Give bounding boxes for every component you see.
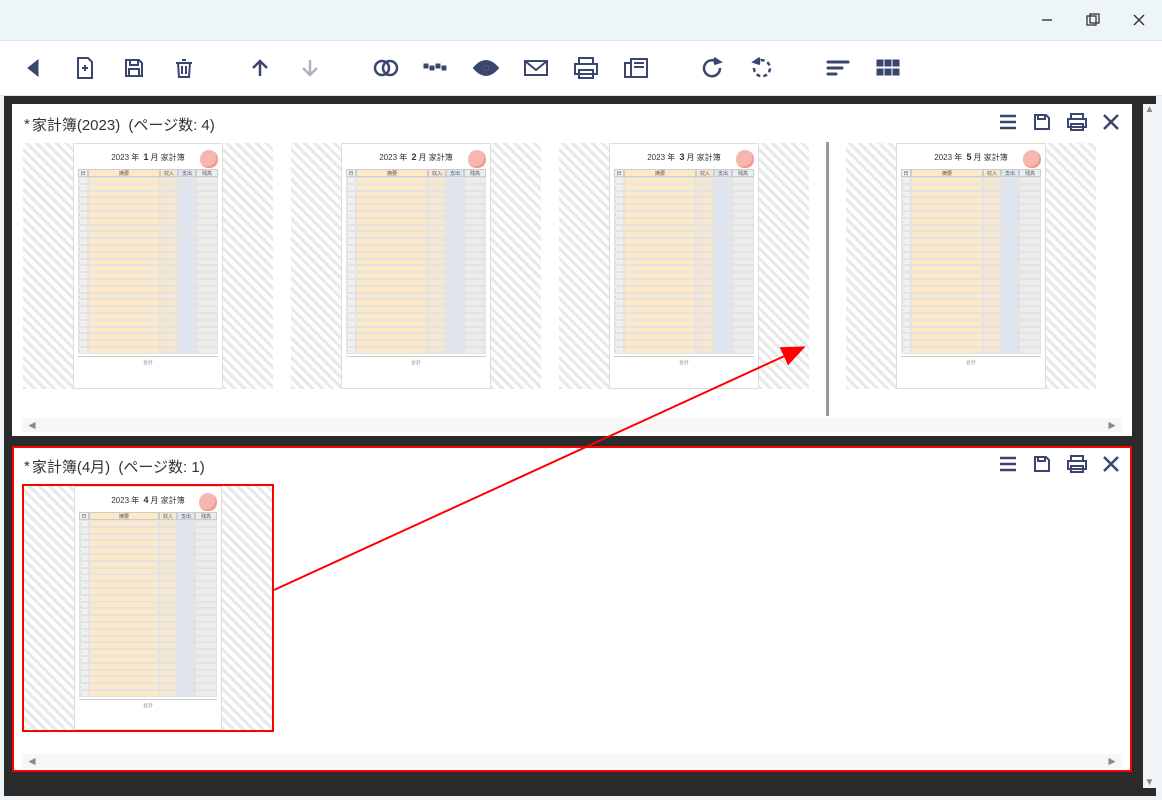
window-maximize[interactable] [1070,0,1116,40]
save-icon[interactable] [1032,454,1052,478]
close-icon[interactable] [1102,455,1120,477]
document-panel-2: * 家計簿(4月) (ページ数: 1) 2023 年 4月 [12,446,1132,772]
horizontal-scrollbar[interactable]: ◄► [22,754,1122,768]
drop-indicator [826,142,829,416]
doc-title: 家計簿(4月) [32,456,110,477]
menu-icon[interactable] [998,455,1018,477]
save-icon[interactable] [1032,112,1052,136]
piggy-icon [736,150,754,168]
doc-page-count: (ページ数: 1) [118,456,204,477]
eye-icon[interactable] [472,54,500,82]
vertical-scrollbar[interactable]: ▲▼ [1143,104,1156,788]
print-icon[interactable] [1066,112,1088,136]
sort-icon[interactable] [824,54,852,82]
main-toolbar [0,40,1162,96]
piggy-icon [1023,150,1041,168]
page-thumb[interactable]: 2023 年 3月 家計簿 日付 摘要 収入 支出 残高 ///////////… [558,142,810,390]
mail-icon[interactable] [522,54,550,82]
trash-icon[interactable] [170,54,198,82]
piggy-icon [200,150,218,168]
page-thumb[interactable]: 2023 年 1月 家計簿 日付 摘要 収入 支出 残高 ///////////… [22,142,274,390]
print-icon[interactable] [1066,454,1088,478]
print-icon[interactable] [572,54,600,82]
new-page-icon[interactable] [70,54,98,82]
titlebar [0,0,1162,40]
fax-icon[interactable] [622,54,650,82]
down-arrow-icon[interactable] [296,54,324,82]
up-arrow-icon[interactable] [246,54,274,82]
doc-title: 家計簿(2023) [32,114,120,135]
grid-icon[interactable] [874,54,902,82]
piggy-icon [199,493,217,511]
menu-icon[interactable] [998,113,1018,135]
rotate-ccw-icon[interactable] [698,54,726,82]
save-icon[interactable] [120,54,148,82]
page-thumb[interactable]: 2023 年 5月 家計簿 日付 摘要 収入 支出 残高 ///////////… [845,142,1097,390]
horizontal-scrollbar[interactable]: ◄► [22,418,1122,432]
dither-icon[interactable] [422,54,450,82]
page-thumb[interactable]: 2023 年 4月 家計簿 日付 摘要 収入 支出 残高 ///////////… [22,484,274,732]
workspace: ▲▼ * 家計簿(2023) (ページ数: 4) [4,96,1156,796]
doc-modified-marker: * [24,458,30,475]
page-thumb[interactable]: 2023 年 2月 家計簿 日付 摘要 収入 支出 残高 ///////////… [290,142,542,390]
piggy-icon [468,150,486,168]
document-panel-1: * 家計簿(2023) (ページ数: 4) 2023 年 [12,104,1132,436]
close-icon[interactable] [1102,113,1120,135]
back-icon[interactable] [20,54,48,82]
rotate-cw-icon[interactable] [748,54,776,82]
mini-rows: ////////////////////////// [78,177,218,354]
doc-page-count: (ページ数: 4) [128,114,214,135]
overlap-icon[interactable] [372,54,400,82]
doc-modified-marker: * [24,116,30,133]
window-close[interactable] [1116,0,1162,40]
window-minimize[interactable] [1024,0,1070,40]
